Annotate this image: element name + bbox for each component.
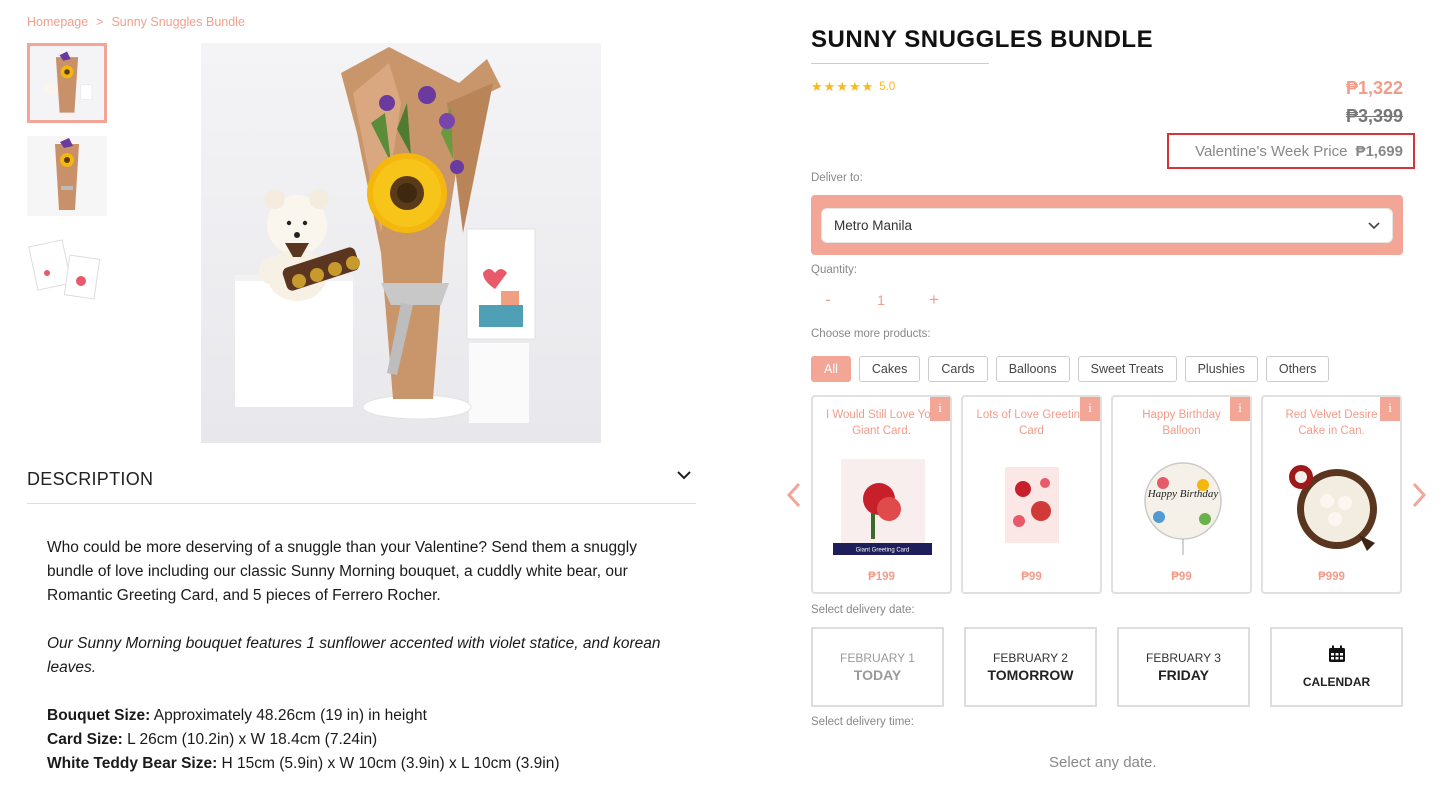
- product-card[interactable]: I Would Still Love You Giant Card. i Gia…: [811, 395, 952, 594]
- location-value: Metro Manila: [834, 218, 913, 233]
- svg-text:Giant Greeting Card: Giant Greeting Card: [856, 548, 910, 554]
- delivery-time-label: Select delivery time:: [811, 716, 914, 728]
- calendar-icon: [1328, 645, 1346, 668]
- date-day: FRIDAY: [1158, 667, 1209, 683]
- description-body: Who could be more deserving of a snuggle…: [47, 536, 687, 776]
- quantity-value[interactable]: 1: [845, 292, 917, 308]
- main-product-image: [201, 43, 601, 443]
- category-plushies-button[interactable]: Plushies: [1184, 356, 1258, 382]
- date-month: FEBRUARY 2: [993, 651, 1068, 665]
- title-divider: [811, 63, 989, 64]
- description-paragraph-2: Our Sunny Morning bouquet features 1 sun…: [47, 635, 661, 676]
- thumbnail-1-image: [30, 46, 104, 120]
- carousel-next-icon[interactable]: [1411, 482, 1427, 508]
- star-icon: ★: [848, 79, 861, 94]
- quantity-decrease-button[interactable]: -: [811, 290, 845, 310]
- date-option-friday[interactable]: FEBRUARY 3 FRIDAY: [1117, 627, 1250, 707]
- product-card-price: ₱99: [1021, 571, 1042, 583]
- date-month: FEBRUARY 1: [840, 651, 915, 665]
- original-price: ₱3,399: [1345, 106, 1403, 126]
- calendar-button[interactable]: CALENDAR: [1270, 627, 1403, 707]
- star-icon: ★: [823, 79, 836, 94]
- product-title: SUNNY SNUGGLES BUNDLE: [811, 26, 1154, 53]
- date-option-today[interactable]: FEBRUARY 1 TODAY: [811, 627, 944, 707]
- spec-bouquet-size: Bouquet Size: Approximately 48.26cm (19 …: [47, 707, 427, 724]
- product-card-name: I Would Still Love You Giant Card.: [825, 409, 938, 437]
- product-carousel: I Would Still Love You Giant Card. i Gia…: [811, 395, 1402, 594]
- category-others-button[interactable]: Others: [1265, 356, 1330, 382]
- date-option-tomorrow[interactable]: FEBRUARY 2 TOMORROW: [964, 627, 1097, 707]
- date-month: FEBRUARY 3: [1146, 651, 1221, 665]
- valentine-price-value: ₱1,699: [1355, 142, 1403, 160]
- deliver-to-label: Deliver to:: [811, 172, 863, 184]
- product-card[interactable]: Happy Birthday Balloon i Happy Birthday …: [1111, 395, 1252, 594]
- delivery-date-options: FEBRUARY 1 TODAY FEBRUARY 2 TOMORROW FEB…: [811, 627, 1403, 707]
- info-icon[interactable]: i: [930, 397, 950, 421]
- quantity-increase-button[interactable]: +: [917, 290, 951, 310]
- description-title: DESCRIPTION: [27, 468, 154, 489]
- location-select[interactable]: Metro Manila: [821, 208, 1393, 243]
- breadcrumb-home-link[interactable]: Homepage: [27, 15, 88, 29]
- chevron-down-icon: [1368, 218, 1380, 233]
- svg-text:Happy Birthday: Happy Birthday: [1147, 488, 1219, 500]
- product-card-price: ₱99: [1171, 571, 1192, 583]
- info-icon[interactable]: i: [1230, 397, 1250, 421]
- thumbnail-list: [27, 43, 107, 322]
- breadcrumb-separator: >: [96, 15, 104, 29]
- deliver-to-panel: Metro Manila: [811, 195, 1403, 255]
- carousel-prev-icon[interactable]: [786, 482, 802, 508]
- category-filter: All Cakes Cards Balloons Sweet Treats Pl…: [811, 356, 1330, 382]
- product-card-price: ₱999: [1318, 571, 1345, 583]
- category-balloons-button[interactable]: Balloons: [995, 356, 1070, 382]
- delivery-time-placeholder: Select any date.: [1049, 754, 1157, 771]
- product-rating: ★ ★ ★ ★ ★ 5.0: [811, 80, 895, 94]
- thumbnail-3-image: [27, 229, 107, 309]
- current-price: ₱1,322: [1345, 78, 1403, 98]
- date-day: TODAY: [853, 667, 902, 683]
- quantity-stepper: - 1 +: [811, 288, 951, 312]
- thumbnail-2[interactable]: [27, 136, 107, 216]
- spec-card-size: Card Size: L 26cm (10.2in) x W 18.4cm (7…: [47, 731, 378, 748]
- valentine-price-label: Valentine's Week Price: [1195, 142, 1348, 160]
- category-cards-button[interactable]: Cards: [928, 356, 988, 382]
- product-card-name: Red Velvet Desire Cake in Can.: [1285, 409, 1378, 437]
- product-card-name: Happy Birthday Balloon: [1142, 409, 1221, 437]
- choose-more-label: Choose more products:: [811, 328, 931, 340]
- product-card-name: Lots of Love Greeting Card: [976, 409, 1087, 437]
- delivery-date-label: Select delivery date:: [811, 604, 915, 616]
- product-card[interactable]: Lots of Love Greeting Card i ₱99: [961, 395, 1102, 594]
- bouquet-photo: [201, 43, 601, 443]
- calendar-label: CALENDAR: [1302, 675, 1371, 689]
- chevron-down-icon[interactable]: [674, 465, 694, 485]
- star-icon: ★: [811, 79, 823, 94]
- description-paragraph-1: Who could be more deserving of a snuggle…: [47, 539, 637, 604]
- spec-bear-size: White Teddy Bear Size: H 15cm (5.9in) x …: [47, 755, 560, 772]
- category-sweet-treats-button[interactable]: Sweet Treats: [1077, 356, 1177, 382]
- product-card-image: [983, 455, 1082, 557]
- breadcrumb-current-link[interactable]: Sunny Snuggles Bundle: [111, 15, 244, 29]
- thumbnail-2-image: [27, 136, 107, 216]
- info-icon[interactable]: i: [1080, 397, 1100, 421]
- category-all-button[interactable]: All: [811, 356, 851, 382]
- star-icon: ★: [836, 79, 848, 94]
- product-card[interactable]: Red Velvet Desire Cake in Can. i ₱999: [1261, 395, 1402, 594]
- thumbnail-3[interactable]: [27, 229, 107, 309]
- product-card-price: ₱199: [868, 571, 895, 583]
- star-icon: ★: [861, 79, 874, 94]
- product-card-image: Happy Birthday: [1133, 455, 1232, 557]
- description-toggle[interactable]: DESCRIPTION: [27, 455, 696, 504]
- date-day: TOMORROW: [987, 667, 1074, 683]
- info-icon[interactable]: i: [1380, 397, 1400, 421]
- category-cakes-button[interactable]: Cakes: [858, 356, 921, 382]
- breadcrumb: Homepage > Sunny Snuggles Bundle: [27, 15, 245, 29]
- quantity-label: Quantity:: [811, 264, 858, 276]
- rating-value: 5.0: [879, 81, 896, 93]
- thumbnail-1[interactable]: [27, 43, 107, 123]
- product-card-image: Giant Greeting Card: [833, 455, 932, 557]
- valentine-price-box: Valentine's Week Price ₱1,699: [1167, 133, 1415, 169]
- product-card-image: [1283, 455, 1382, 557]
